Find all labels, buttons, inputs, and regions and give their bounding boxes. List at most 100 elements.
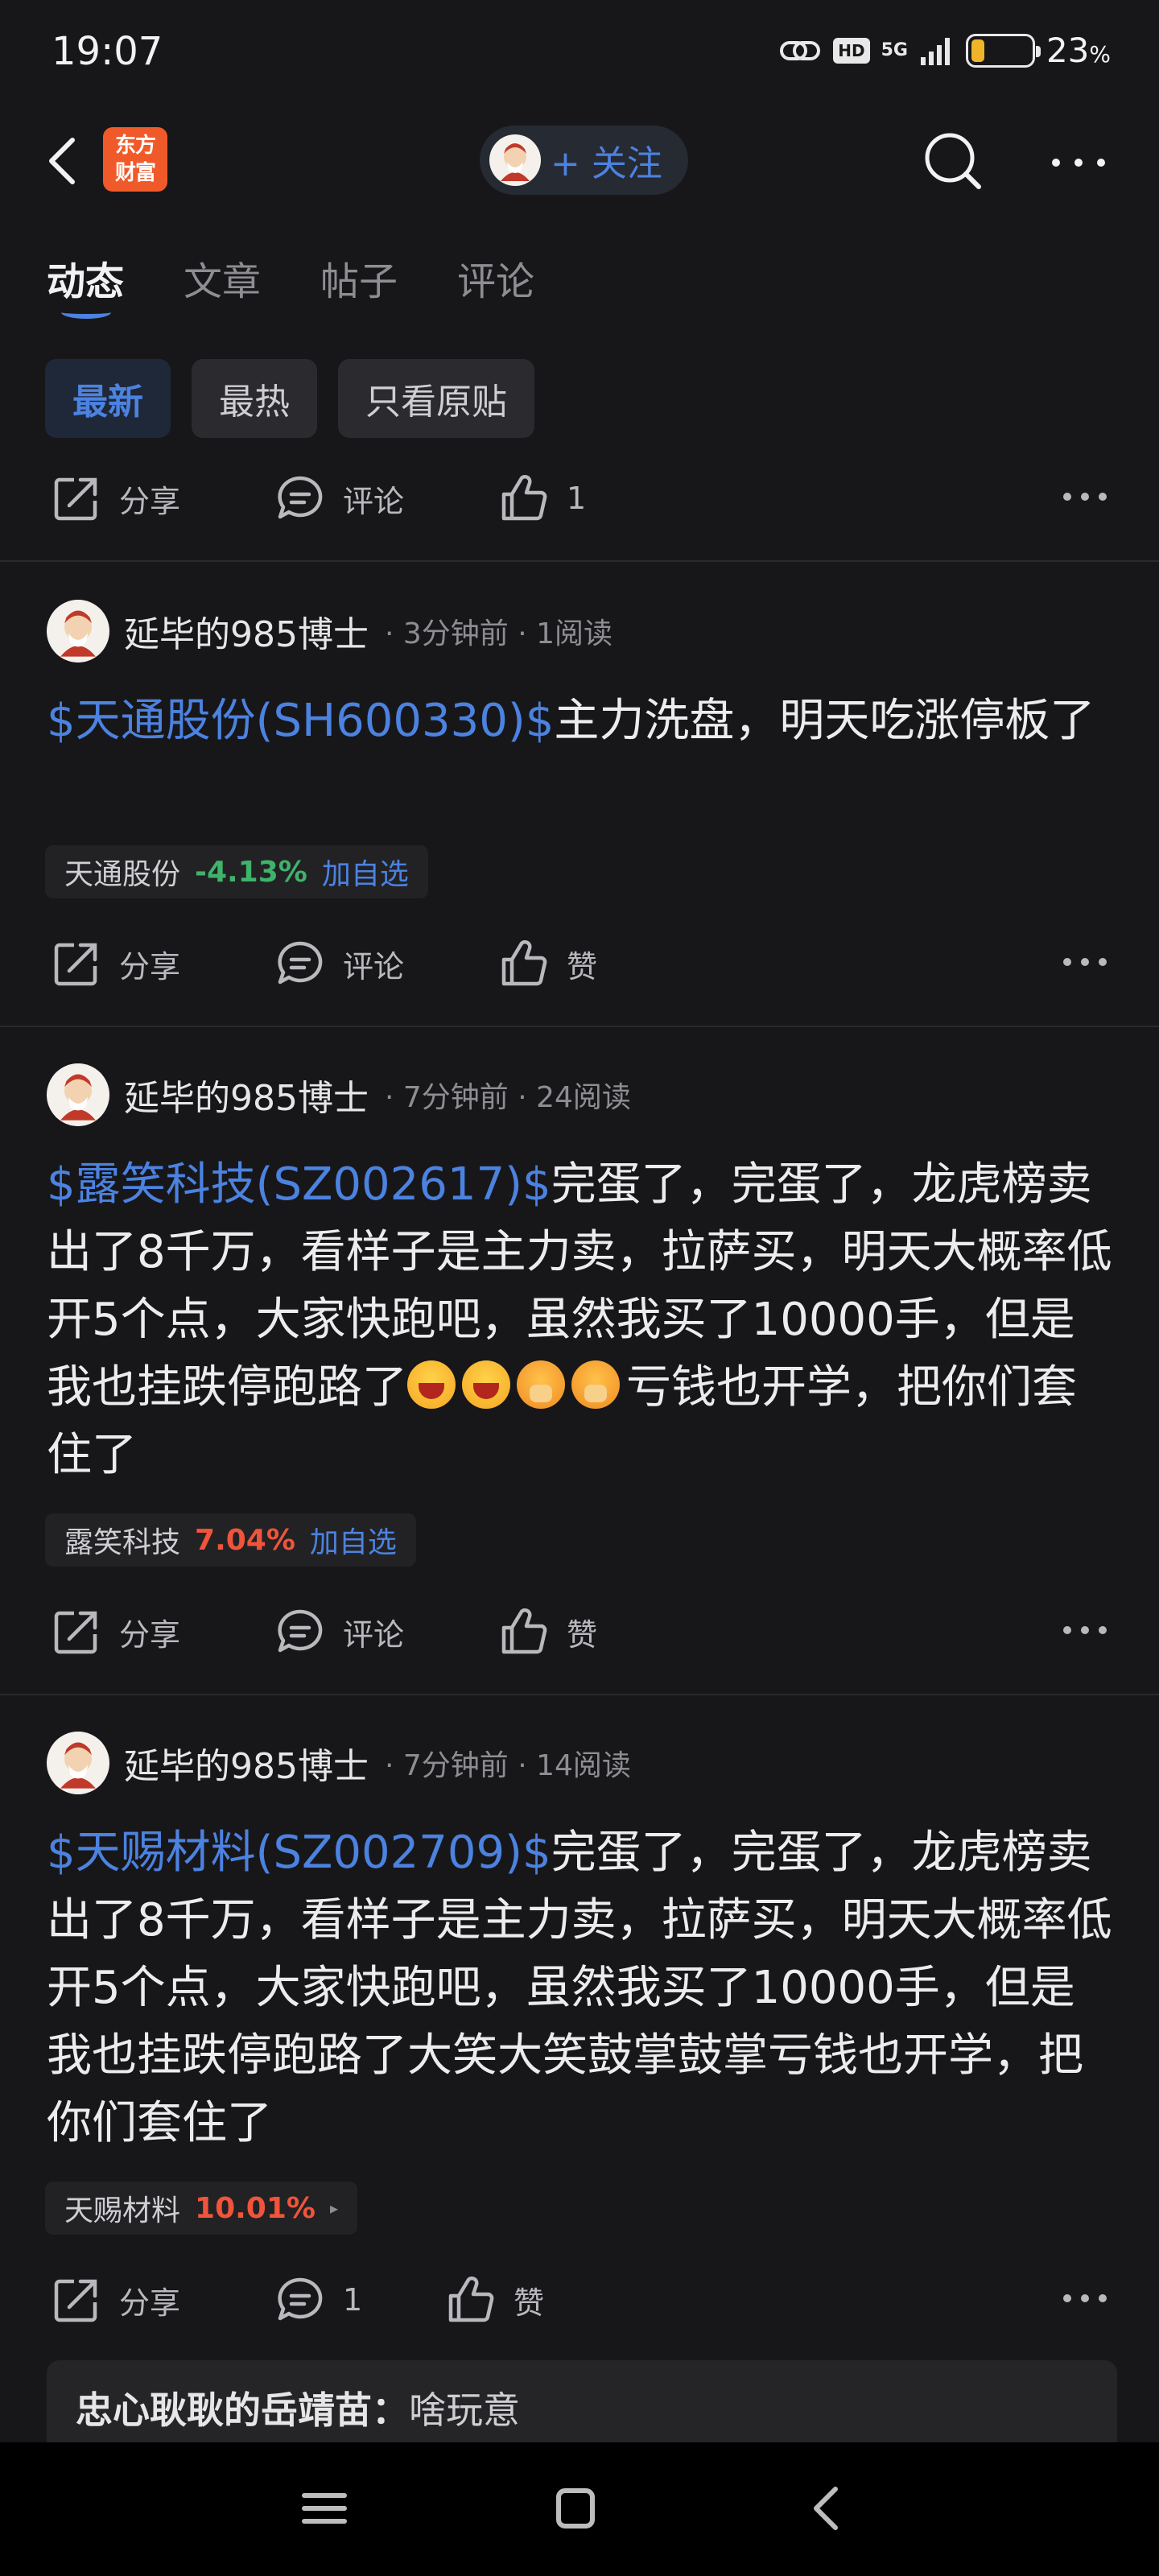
thumbs-up-icon — [448, 2277, 494, 2322]
more-options-icon[interactable] — [1061, 950, 1109, 974]
like-button[interactable]: 赞 — [444, 2264, 544, 2336]
comment-button[interactable]: 评论 — [274, 1596, 404, 1668]
home-icon[interactable] — [547, 2484, 604, 2533]
filter-original-only[interactable]: 只看原贴 — [338, 359, 534, 438]
more-options-icon[interactable] — [1046, 130, 1111, 195]
share-icon — [54, 1611, 97, 1654]
more-options-icon[interactable] — [1061, 1618, 1109, 1642]
tab-comments[interactable]: 评论 — [457, 250, 534, 306]
share-button[interactable]: 分享 — [50, 927, 180, 1000]
author-avatar[interactable] — [47, 1732, 109, 1794]
post-text[interactable]: $天赐材料(SZ002709)$完蛋了，完蛋了，龙虎榜卖出了8千万，看样子是主力… — [47, 1819, 1117, 2157]
stock-change: -4.13% — [195, 855, 307, 889]
menu-icon[interactable] — [296, 2484, 353, 2533]
post-time: · 7分钟前 · 24阅读 — [384, 1081, 631, 1114]
status-bar: 19:07 HD 5G 23% — [0, 0, 1159, 105]
battery-percent: 23% — [1046, 31, 1111, 70]
author-name[interactable]: 延毕的985博士 — [124, 1069, 369, 1121]
tab-posts[interactable]: 帖子 — [320, 250, 398, 306]
stock-change: 10.01% — [195, 2191, 316, 2225]
stock-chip[interactable]: 天赐材料 10.01% ▸ — [45, 2182, 358, 2235]
post-time: · 7分钟前 · 14阅读 — [384, 1749, 631, 1782]
author-name[interactable]: 延毕的985博士 — [124, 1737, 369, 1789]
post-text[interactable]: $天通股份(SH600330)$主力洗盘，明天吃涨停板了 — [47, 687, 1117, 755]
comment-icon — [278, 941, 323, 985]
thumbs-up-icon — [501, 475, 547, 521]
sort-filters: 最新 最热 只看原贴 — [45, 359, 534, 438]
status-icons: HD 5G 23% — [778, 31, 1111, 70]
share-button[interactable]: 分享 — [50, 1596, 180, 1668]
back-nav-icon[interactable] — [798, 2484, 855, 2533]
thumbs-up-icon — [501, 1608, 547, 1654]
post-header: 延毕的985博士 · 3分钟前 · 1阅读 — [47, 599, 612, 663]
post-header: 延毕的985博士 · 7分钟前 · 24阅读 — [47, 1063, 631, 1127]
like-button[interactable]: 赞 — [497, 1596, 597, 1668]
divider — [0, 560, 1159, 562]
battery-level — [971, 39, 985, 62]
post-time: · 3分钟前 · 1阅读 — [384, 617, 613, 650]
clap-emoji-icon — [571, 1360, 620, 1409]
comment-button[interactable]: 1 — [274, 2264, 362, 2336]
stock-name: 露笑科技 — [64, 1526, 181, 1559]
post-actions: 分享 评论 1 — [0, 462, 1159, 535]
follow-button[interactable]: + 关注 — [480, 126, 688, 195]
share-icon — [54, 943, 97, 986]
like-button[interactable]: 赞 — [497, 927, 597, 1000]
divider — [0, 1026, 1159, 1027]
user-avatar — [489, 134, 541, 186]
content-tabs: 动态 文章 帖子 评论 — [47, 250, 534, 319]
filter-hottest[interactable]: 最热 — [192, 359, 317, 438]
more-options-icon[interactable] — [1061, 485, 1109, 509]
comment-button[interactable]: 评论 — [274, 462, 404, 535]
hd-badge: HD — [833, 37, 870, 64]
filter-latest[interactable]: 最新 — [45, 359, 171, 438]
divider — [0, 1694, 1159, 1695]
laugh-emoji-icon — [462, 1360, 510, 1409]
post-actions: 分享 评论 赞 — [0, 1596, 1159, 1668]
link-icon — [780, 40, 821, 60]
tab-dynamics[interactable]: 动态 — [47, 250, 124, 319]
search-icon[interactable] — [921, 129, 985, 193]
stock-link[interactable]: $露笑科技(SZ002617)$ — [47, 1158, 551, 1211]
share-button[interactable]: 分享 — [50, 462, 180, 535]
tab-active-indicator — [61, 306, 111, 319]
post-actions: 分享 评论 赞 — [0, 927, 1159, 1000]
author-name[interactable]: 延毕的985博士 — [124, 605, 369, 657]
thumbs-up-icon — [501, 940, 547, 986]
comment-icon — [278, 476, 323, 519]
post-header: 延毕的985博士 · 7分钟前 · 14阅读 — [47, 1731, 631, 1795]
commenter-name[interactable]: 忠心耿耿的岳靖苗： — [76, 2388, 409, 2432]
back-icon[interactable] — [39, 130, 87, 192]
app-logo[interactable]: 东方 财富 — [103, 127, 167, 192]
like-button[interactable]: 1 — [497, 462, 586, 535]
tab-articles[interactable]: 文章 — [184, 250, 261, 306]
comment-button[interactable]: 评论 — [274, 927, 404, 1000]
laugh-emoji-icon — [407, 1360, 456, 1409]
add-watchlist-button[interactable]: 加自选 — [310, 1519, 397, 1561]
add-watchlist-button[interactable]: 加自选 — [322, 851, 409, 893]
stock-link[interactable]: $天通股份(SH600330)$ — [47, 695, 554, 747]
share-icon — [54, 477, 97, 521]
clap-emoji-icon — [517, 1360, 565, 1409]
comment-icon — [278, 1609, 323, 1653]
stock-name: 天通股份 — [64, 858, 181, 891]
share-icon — [54, 2279, 97, 2322]
stock-change: 7.04% — [195, 1523, 295, 1557]
author-avatar[interactable] — [47, 600, 109, 663]
post-actions: 分享 1 赞 — [0, 2264, 1159, 2336]
system-nav-bar — [0, 2442, 1159, 2576]
share-button[interactable]: 分享 — [50, 2264, 180, 2336]
top-header: 东方 财富 + 关注 — [0, 113, 1159, 209]
more-options-icon[interactable] — [1061, 2286, 1109, 2310]
status-time: 19:07 — [52, 29, 163, 74]
author-avatar[interactable] — [47, 1063, 109, 1126]
stock-chip[interactable]: 天通股份 -4.13% 加自选 — [45, 845, 428, 898]
stock-link[interactable]: $天赐材料(SZ002709)$ — [47, 1827, 551, 1879]
comment-icon — [278, 2277, 323, 2321]
post-text[interactable]: $露笑科技(SZ002617)$完蛋了，完蛋了，龙虎榜卖出了8千万，看样子是主力… — [47, 1151, 1117, 1489]
battery-icon — [965, 33, 1041, 68]
signal-icon — [920, 37, 950, 65]
stock-name: 天赐材料 — [64, 2194, 181, 2227]
chevron-right-icon: ▸ — [329, 2198, 339, 2218]
stock-chip[interactable]: 露笑科技 7.04% 加自选 — [45, 1513, 416, 1567]
